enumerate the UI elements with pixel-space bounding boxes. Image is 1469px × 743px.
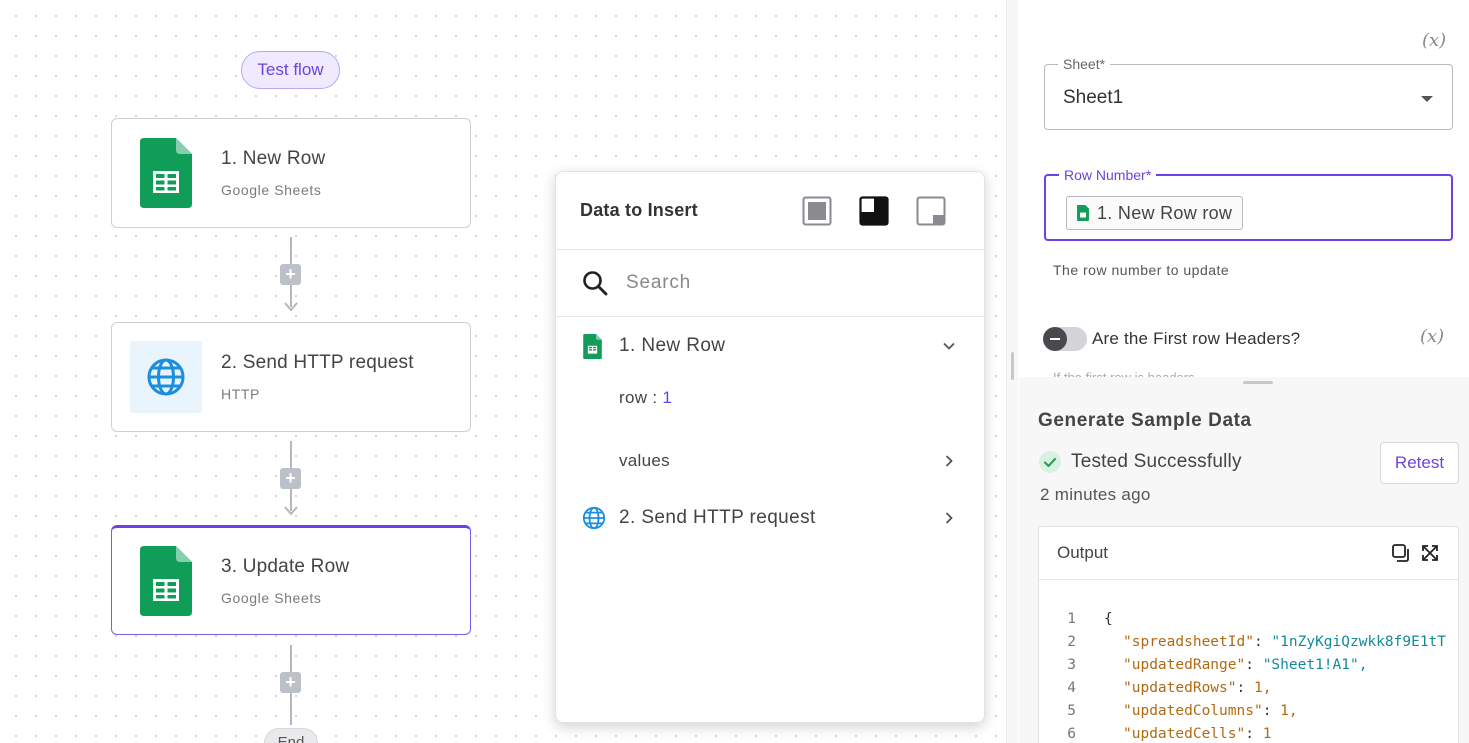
row-number-chip[interactable]: 1. New Row row bbox=[1066, 196, 1244, 230]
add-step-button[interactable]: + bbox=[280, 264, 301, 285]
view-minimized-button[interactable] bbox=[916, 196, 946, 226]
view-fullscreen-button[interactable] bbox=[802, 196, 832, 226]
popup-title: Data to Insert bbox=[580, 200, 698, 220]
first-row-headers-label: Are the First row Headers? bbox=[1092, 329, 1301, 348]
chip-label: 1. New Row row bbox=[1097, 202, 1233, 223]
leaf-key: row bbox=[619, 388, 648, 407]
end-node: End bbox=[264, 728, 318, 743]
caret-down-icon bbox=[1421, 96, 1433, 102]
panel-resize-handle[interactable] bbox=[1006, 0, 1018, 743]
sample-data-section: Generate Sample Data Tested Successfully… bbox=[1019, 377, 1469, 743]
dock-right-icon bbox=[859, 195, 889, 226]
chevron-right-icon bbox=[945, 455, 953, 467]
test-status: Tested Successfully bbox=[1039, 451, 1242, 473]
popup-search-bar bbox=[556, 250, 984, 317]
flow-step-send-http[interactable]: 2. Send HTTP request HTTP bbox=[111, 322, 471, 432]
output-header: Output bbox=[1039, 527, 1458, 580]
google-sheets-icon bbox=[583, 333, 602, 359]
tree-item-new-row[interactable]: 1. New Row bbox=[556, 333, 984, 359]
fx-toggle-sheet[interactable]: (x) bbox=[1422, 30, 1446, 51]
field-value: Sheet1 bbox=[1063, 87, 1124, 108]
check-circle-icon bbox=[1039, 451, 1061, 473]
google-sheets-icon bbox=[130, 137, 202, 209]
row-number-hint: The row number to update bbox=[1053, 262, 1230, 278]
tree-leaf-row[interactable]: row : 1 bbox=[619, 388, 672, 408]
flow-step-new-row[interactable]: 1. New Row Google Sheets bbox=[111, 118, 471, 228]
fullscreen-icon bbox=[802, 196, 832, 225]
data-to-insert-popup: Data to Insert Search 1. New Row row: 1… bbox=[555, 171, 985, 723]
popup-header: Data to Insert bbox=[556, 172, 984, 250]
sheet-select[interactable]: Sheet* Sheet1 bbox=[1044, 56, 1453, 130]
test-flow-button[interactable]: Test flow bbox=[241, 51, 340, 89]
resize-grip bbox=[1011, 352, 1014, 380]
step-subtitle: HTTP bbox=[221, 386, 260, 402]
resize-grip[interactable] bbox=[1243, 381, 1273, 384]
leaf-value: 1 bbox=[662, 388, 673, 407]
output-title: Output bbox=[1057, 543, 1109, 562]
google-sheets-icon bbox=[130, 545, 202, 617]
step-subtitle: Google Sheets bbox=[221, 590, 322, 606]
tree-item-values[interactable]: values bbox=[556, 450, 984, 472]
flow-canvas[interactable]: Test flow 1. New Row Google Sheets + 2. … bbox=[0, 0, 1006, 743]
first-row-headers-toggle[interactable] bbox=[1043, 327, 1087, 351]
fx-toggle-headers[interactable]: (x) bbox=[1420, 326, 1444, 347]
step-title: 1. New Row bbox=[221, 148, 326, 169]
code-line: 2 "spreadsheetId": "1nZyKgiQzwkk8f9E1tT bbox=[1067, 633, 1447, 650]
arrow-down-icon bbox=[284, 506, 298, 516]
step-subtitle: Google Sheets bbox=[221, 182, 322, 198]
flow-step-update-row[interactable]: 3. Update Row Google Sheets bbox=[111, 525, 471, 635]
code-line: 5 "updatedColumns": 1, bbox=[1067, 702, 1298, 719]
search-icon bbox=[583, 271, 608, 296]
chevron-right-icon bbox=[945, 512, 953, 524]
globe-icon bbox=[582, 506, 606, 530]
output-viewer: Output 1{ 2 "spreadsheetId": "1nZyKgiQzwk… bbox=[1038, 526, 1459, 743]
output-code: 1{ 2 "spreadsheetId": "1nZyKgiQzwkk8f9E1t… bbox=[1039, 607, 1446, 743]
code-line: 3 "updatedRange": "Sheet1!A1", bbox=[1067, 656, 1368, 673]
arrow-down-icon bbox=[284, 302, 298, 312]
sample-data-title: Generate Sample Data bbox=[1038, 410, 1252, 431]
search-input[interactable] bbox=[626, 272, 926, 294]
row-number-field[interactable]: Row Number* 1. New Row row bbox=[1044, 167, 1453, 241]
expand-icon[interactable] bbox=[1420, 543, 1440, 563]
test-status-text: Tested Successfully bbox=[1071, 451, 1242, 472]
tree-item-label: 1. New Row bbox=[619, 335, 726, 356]
test-time-ago: 2 minutes ago bbox=[1040, 485, 1151, 504]
step-settings-panel: (x) Sheet* Sheet1 Row Number* 1. New Row… bbox=[1019, 0, 1469, 743]
step-title: 3. Update Row bbox=[221, 556, 350, 577]
google-sheets-icon bbox=[1077, 205, 1089, 221]
field-label: Sheet* bbox=[1058, 56, 1111, 72]
globe-icon bbox=[130, 341, 202, 413]
view-docked-button[interactable] bbox=[859, 195, 889, 226]
copy-icon[interactable] bbox=[1391, 543, 1411, 563]
tree-item-send-http[interactable]: 2. Send HTTP request bbox=[556, 506, 984, 530]
add-step-button[interactable]: + bbox=[280, 468, 301, 489]
step-title: 2. Send HTTP request bbox=[221, 352, 414, 373]
code-line: 4 "updatedRows": 1, bbox=[1067, 679, 1272, 696]
add-step-button[interactable]: + bbox=[280, 672, 301, 693]
field-label: Row Number* bbox=[1059, 167, 1157, 183]
code-line: 6 "updatedCells": 1 bbox=[1067, 725, 1272, 742]
dock-corner-icon bbox=[916, 196, 946, 225]
toggle-knob bbox=[1043, 327, 1067, 351]
code-line: 1{ bbox=[1067, 610, 1113, 627]
chevron-down-icon bbox=[943, 342, 955, 350]
tree-item-label: values bbox=[619, 451, 670, 470]
retest-button[interactable]: Retest bbox=[1380, 442, 1459, 484]
tree-item-label: 2. Send HTTP request bbox=[619, 507, 816, 528]
